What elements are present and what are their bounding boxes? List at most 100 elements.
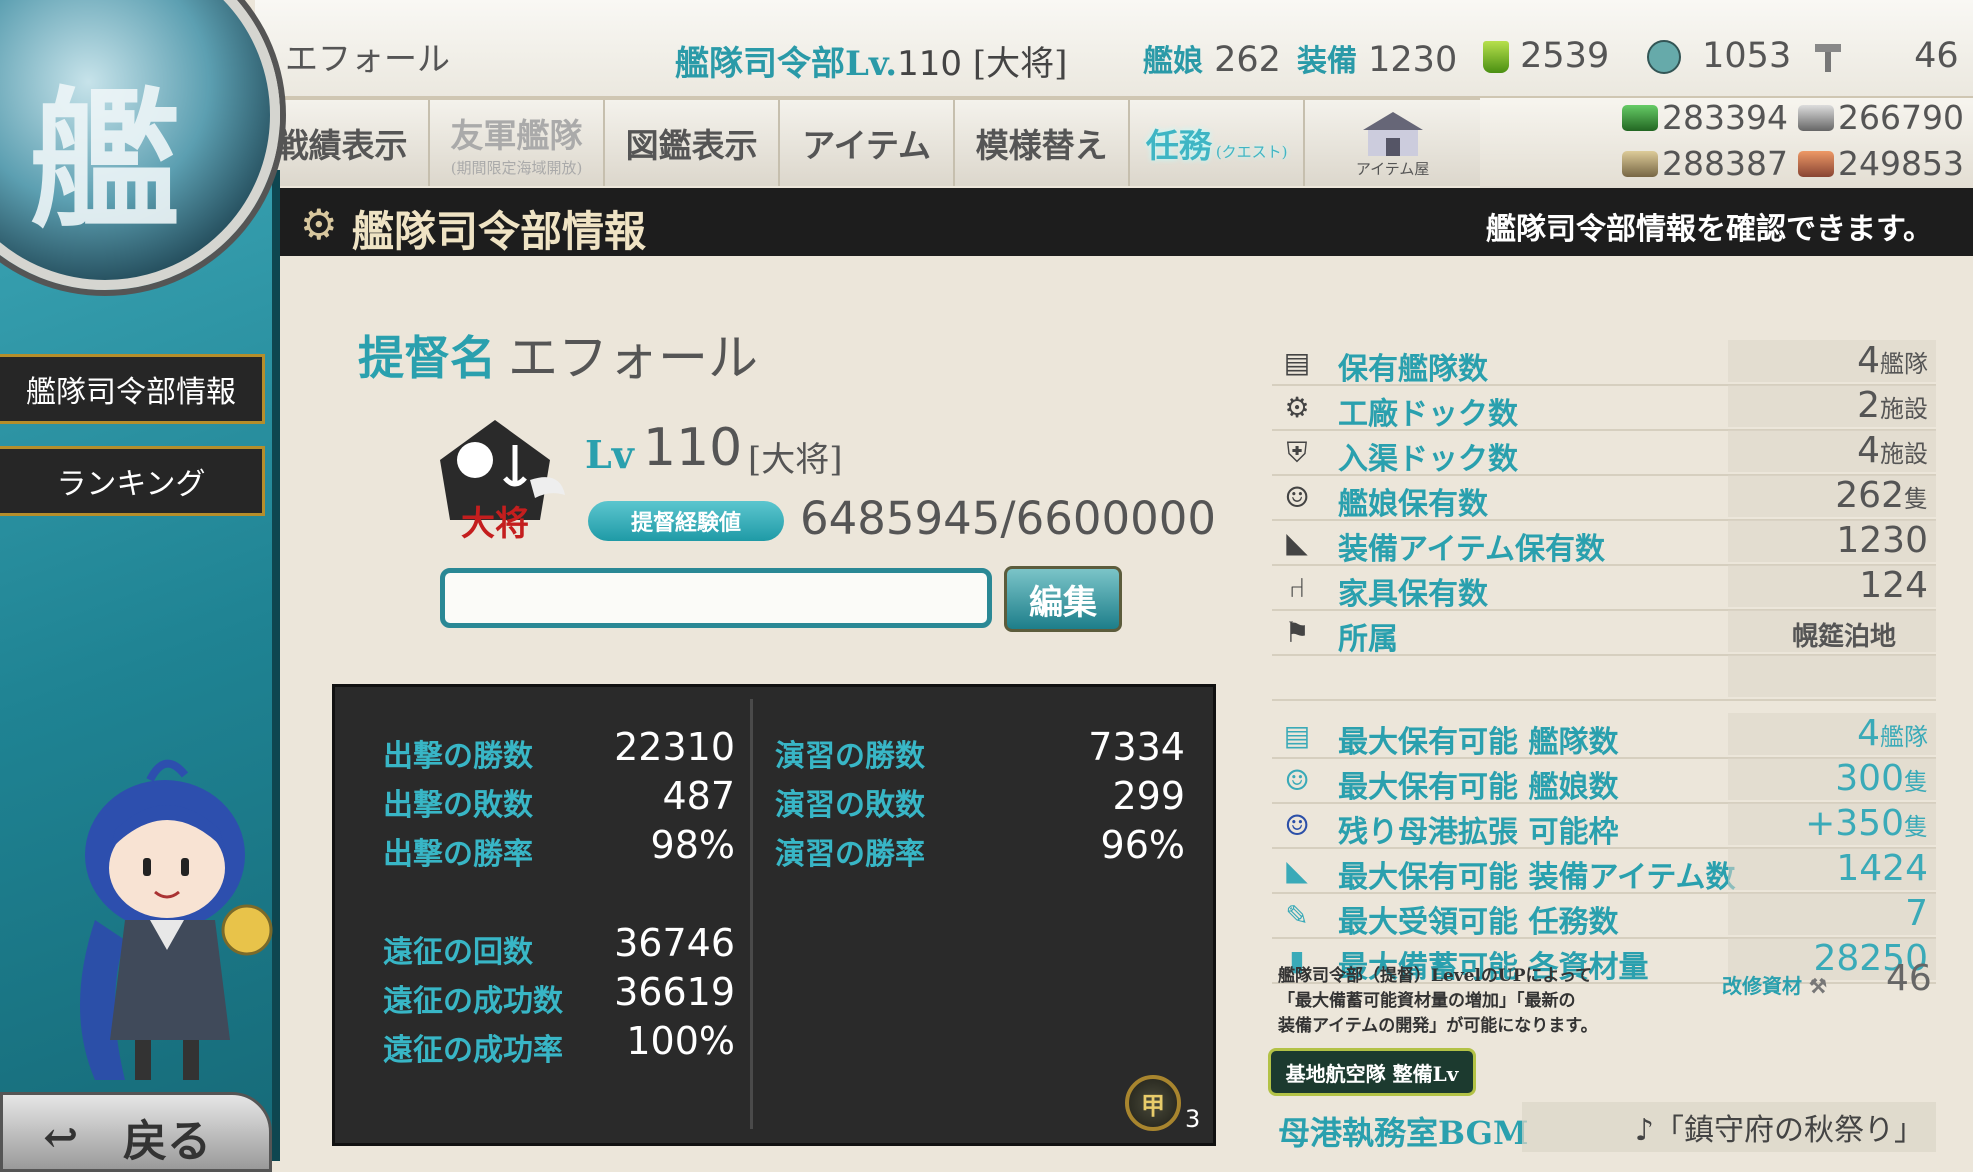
- hq-level: 艦隊司令部Lv.110 [大将]: [675, 36, 1067, 85]
- bucket-count: 2539: [1483, 36, 1609, 76]
- section-description: 艦隊司令部情報を確認できます。: [1486, 212, 1933, 247]
- stat-label: 演習の勝率: [775, 837, 925, 872]
- info-unit: 艦隊: [1880, 350, 1928, 378]
- level-value: 110: [643, 418, 743, 478]
- info-unit: 隻: [1904, 813, 1928, 841]
- stat-value: 22310: [614, 725, 735, 769]
- max-row-quests: ✎ 最大受領可能 任務数 7: [1272, 893, 1936, 940]
- stat-label: 出撃の勝数: [383, 739, 533, 774]
- info-row-build-docks: ⚙ 工廠ドック数 2施設: [1272, 385, 1936, 432]
- nav-label: 模様替え: [975, 126, 1108, 165]
- screw-count: 46: [1813, 36, 1959, 76]
- quill-icon: ✎: [1285, 899, 1309, 932]
- stat-row: 遠征の成功数 36619: [383, 970, 735, 1022]
- resource-panel: 283394 266790 288387 249853: [1480, 98, 1973, 188]
- nav-label: 戦績表示: [275, 126, 408, 165]
- info-value: 1424: [1836, 848, 1928, 889]
- nav-friend-fleet[interactable]: 友軍艦隊 (期間限定海域開放): [430, 100, 606, 186]
- rank-emblem-icon: 大将: [440, 420, 565, 544]
- fleet-icon: ▤: [1283, 346, 1311, 379]
- shipgirl-icon: ☺: [1284, 809, 1310, 842]
- fuel-value: 283394: [1662, 98, 1788, 137]
- edit-button[interactable]: 編集: [1004, 566, 1122, 632]
- exp-value: 6485945/6600000: [800, 492, 1216, 545]
- info-label: 最大受領可能 任務数: [1338, 905, 1619, 940]
- bucket-icon: [1483, 41, 1509, 73]
- stat-label: 遠征の回数: [383, 935, 533, 970]
- stat-row: 遠征の回数 36746: [383, 921, 735, 973]
- stat-value: 100%: [626, 1019, 735, 1063]
- stat-row: 遠征の成功率 100%: [383, 1019, 735, 1071]
- nav-battle-record[interactable]: 戦績表示: [255, 100, 431, 186]
- equip-count-label: 装備: [1297, 44, 1357, 79]
- info-value: 7: [1905, 893, 1928, 934]
- fleet-icon: ▤: [1283, 719, 1311, 752]
- main-nav: 戦績表示 友軍艦隊 (期間限定海域開放) 図鑑表示 アイテム 模様替え 任務 (クエ…: [255, 100, 1480, 186]
- stat-row: 出撃の勝数 22310: [383, 725, 735, 777]
- info-value: 262: [1835, 475, 1904, 516]
- fuel-icon: [1622, 104, 1658, 131]
- base-air-squadron-button[interactable]: 基地航空隊 整備Lv: [1268, 1048, 1476, 1096]
- stat-value: 36619: [614, 970, 735, 1014]
- stat-value: 299: [1112, 774, 1185, 818]
- shipgirl-icon: ☺: [1284, 481, 1310, 514]
- nav-label: アイテム: [802, 126, 931, 165]
- back-button[interactable]: ↩ 戻る: [0, 1092, 272, 1172]
- medal-icon[interactable]: 甲: [1125, 1075, 1181, 1131]
- ammo-resource: 266790: [1798, 98, 1964, 137]
- affiliation-icon: ⚑: [1284, 616, 1310, 649]
- info-row-repair-docks: ⛨ 入渠ドック数 4施設: [1272, 430, 1936, 477]
- nav-sublabel: アイテム屋: [1355, 159, 1430, 178]
- section-title-bar: ⚙ 艦隊司令部情報 艦隊司令部情報を確認できます。: [270, 188, 1973, 256]
- stat-label: 出撃の敗数: [383, 788, 533, 823]
- ship-count-label: 艦娘: [1143, 44, 1203, 79]
- section-title: 艦隊司令部情報: [352, 207, 647, 256]
- screw-icon: [1813, 40, 1843, 74]
- comment-field[interactable]: [440, 568, 992, 628]
- level-label: Lv: [585, 432, 634, 477]
- info-value: 124: [1859, 565, 1928, 606]
- furniture-icon: ⑁: [1288, 571, 1306, 604]
- info-label: 所属: [1338, 622, 1398, 657]
- info-unit: 施設: [1880, 440, 1928, 468]
- info-value: 2: [1857, 385, 1880, 426]
- info-label: 艦娘保有数: [1338, 487, 1488, 522]
- hq-level-label: 艦隊司令部Lv.: [675, 44, 898, 84]
- stat-value: 98%: [650, 823, 735, 867]
- nav-label: 任務: [1145, 126, 1212, 165]
- dev-material-count: 1053: [1647, 36, 1791, 76]
- level-up-note: 艦隊司令部（提督）LevelのUPによって 「最大備蓄可能資材量の増加」「最新の…: [1278, 964, 1638, 1039]
- gear-icon: ⚙: [1284, 391, 1310, 424]
- stat-value: 36746: [614, 921, 735, 965]
- back-label: 戻る: [123, 1116, 211, 1167]
- admiral-name: エフォール: [508, 329, 758, 387]
- top-header: エフォール 艦隊司令部Lv.110 [大将] 艦娘 262 装備 1230 25…: [255, 0, 1973, 100]
- info-unit: 隻: [1904, 485, 1928, 513]
- stat-label: 演習の敗数: [775, 788, 925, 823]
- nav-redecorate[interactable]: 模様替え: [955, 100, 1131, 186]
- hq-rank: [大将]: [972, 44, 1068, 84]
- info-row-ships: ☺ 艦娘保有数 262隻: [1272, 475, 1936, 522]
- nav-items[interactable]: アイテム: [780, 100, 956, 186]
- stat-label: 出撃の勝率: [383, 837, 533, 872]
- bauxite-icon: [1798, 150, 1834, 177]
- nav-quest[interactable]: 任務 (クエスト): [1130, 100, 1306, 186]
- exp-badge: 提督経験値: [588, 501, 784, 541]
- nav-encyclopedia[interactable]: 図鑑表示: [605, 100, 781, 186]
- nav-item-shop[interactable]: アイテム屋: [1305, 100, 1480, 186]
- info-value: 幌筵泊地: [1791, 622, 1896, 652]
- bgm-label: 母港執務室BGM: [1278, 1114, 1529, 1152]
- rank-label: [大将]: [748, 440, 843, 480]
- info-row-fleets: ▤ 保有艦隊数 4艦隊: [1272, 340, 1936, 387]
- sidebar-item-hq-info[interactable]: 艦隊司令部情報: [0, 354, 265, 424]
- nav-label: 友軍艦隊: [450, 115, 583, 155]
- improvement-label-text: 改修資材: [1722, 974, 1802, 998]
- bgm-selector[interactable]: ♪「鎮守府の秋祭り」: [1522, 1102, 1936, 1152]
- shop-icon: [1358, 108, 1428, 158]
- rank-emblem-text: 大将: [461, 504, 529, 544]
- sidebar-item-ranking[interactable]: ランキング: [0, 446, 265, 516]
- shipgirl-icon: ☺: [1284, 764, 1310, 797]
- nav-label: 図鑑表示: [625, 126, 758, 165]
- stat-row: 出撃の敗数 487: [383, 774, 735, 826]
- dev-material-value: 1053: [1702, 36, 1792, 76]
